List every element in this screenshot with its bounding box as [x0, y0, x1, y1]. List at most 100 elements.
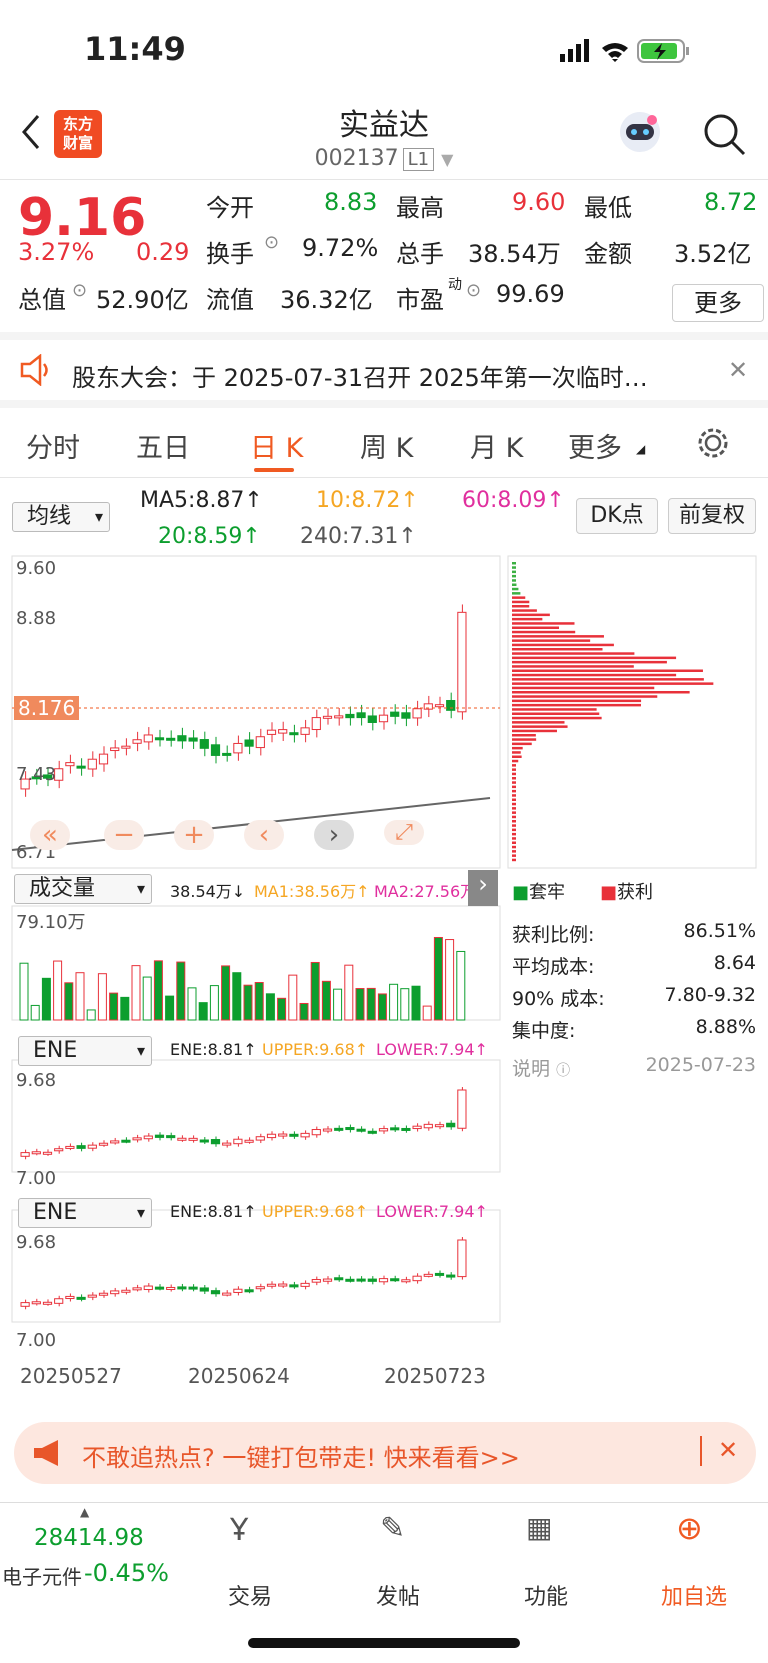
ene-select-2[interactable]: ENE — [18, 1198, 152, 1228]
chart-mark — [110, 1290, 120, 1295]
settings-gear-icon[interactable] — [696, 426, 730, 460]
chart-mark — [322, 1128, 333, 1132]
chart-mark — [154, 737, 165, 741]
chart-mark — [512, 635, 604, 638]
edit-icon[interactable]: ✎ — [380, 1511, 405, 1546]
ene-select-1[interactable]: ENE — [18, 1036, 152, 1066]
chart-controls: « − + ‹ › ⤢ — [30, 820, 424, 860]
stock-code-text: 002137 — [314, 146, 399, 171]
info-icon[interactable]: ⊙ — [466, 280, 481, 301]
tab-monthly-k[interactable]: 月 K — [470, 426, 523, 465]
chart-mark — [512, 682, 714, 685]
chart-mark — [512, 562, 516, 565]
grid-icon[interactable]: ▦ — [526, 1511, 552, 1544]
chart-mark — [300, 727, 310, 735]
status-time: 11:49 — [84, 30, 186, 68]
nav-add-watch[interactable]: 加自选 — [644, 1579, 744, 1611]
chip-hold-legend: ■套牢 — [512, 882, 566, 903]
tab-more[interactable]: 更多 — [568, 426, 622, 465]
adjust-button[interactable]: 前复权 — [668, 498, 756, 534]
chart-mark — [356, 1128, 366, 1132]
volume-select[interactable]: 成交量 — [14, 874, 152, 904]
ene-candles-2 — [20, 1237, 467, 1310]
assistant-robot-icon[interactable] — [616, 108, 664, 156]
chart-mark — [512, 678, 704, 681]
chart-mark — [512, 789, 516, 793]
tab-weekly-k[interactable]: 周 K — [360, 426, 413, 465]
chart-mark — [512, 729, 557, 733]
close-icon[interactable]: ✕ — [718, 1436, 738, 1464]
ene1-bottom: 7.00 — [16, 1168, 57, 1189]
prev-icon[interactable]: ‹ — [244, 820, 284, 850]
chart-mark — [512, 751, 521, 754]
tab-daily-k[interactable]: 日 K — [250, 426, 303, 465]
chart-area[interactable] — [0, 550, 768, 1410]
stat-label: 平均成本: — [512, 956, 595, 978]
chart-mark — [512, 660, 667, 664]
chart-mark — [154, 1286, 165, 1290]
tab-five-day[interactable]: 五日 — [136, 426, 190, 465]
close-icon[interactable]: ✕ — [728, 356, 748, 384]
more-button[interactable]: 更多 — [672, 284, 764, 322]
chart-mark — [456, 950, 466, 1021]
next-icon[interactable]: › — [314, 820, 354, 850]
chart-mark — [512, 712, 600, 715]
chart-mark — [512, 669, 703, 672]
add-circle-icon[interactable]: ⊕ — [676, 1509, 703, 1547]
chart-mark — [265, 993, 275, 1021]
tab-intraday[interactable]: 分时 — [26, 426, 80, 465]
chart-mark — [356, 712, 366, 719]
dk-point-button[interactable]: DK点 — [576, 498, 658, 534]
ene1-value: ENE:8.81↑ — [170, 1040, 257, 1059]
chart-mark — [311, 717, 321, 731]
chart-mark — [98, 753, 109, 765]
yen-exchange-icon[interactable]: Ұ — [230, 1513, 248, 1548]
collapse-icon[interactable]: › — [468, 870, 498, 906]
notice-bar[interactable]: 股东大会：于 2025-07-31召开 2025年第一次临时… ✕ — [0, 340, 768, 408]
info-icon[interactable]: ⊙ — [72, 280, 87, 301]
chart-mark — [512, 686, 655, 690]
stat-value: 8.88% — [695, 1016, 756, 1038]
info-icon[interactable]: ⊙ — [264, 232, 279, 253]
date-end: 20250723 — [384, 1364, 486, 1388]
volume-label: 总手 — [396, 240, 444, 268]
stat-row: 获利比例: 86.51% — [512, 920, 756, 947]
chart-mark — [411, 985, 421, 1021]
chart-mark — [142, 976, 152, 1021]
rewind-icon[interactable]: « — [30, 820, 70, 850]
search-icon[interactable] — [702, 112, 746, 156]
stat-label: 90% 成本: — [512, 988, 605, 1010]
price-4: 7.43 — [16, 764, 57, 785]
stock-header: 东方 财富 实益达 002137 L1 ▼ — [0, 100, 768, 180]
nav-trade[interactable]: 交易 — [200, 1579, 300, 1611]
index-value[interactable]: 28414.98 — [34, 1525, 144, 1551]
chart-mark — [433, 936, 443, 1021]
zoom-out-icon[interactable]: − — [104, 820, 144, 850]
chart-mark — [87, 1144, 97, 1149]
chart-mark — [254, 982, 264, 1021]
nav-function[interactable]: 功能 — [496, 1579, 596, 1611]
chart-mark — [345, 713, 355, 719]
home-indicator — [248, 1638, 520, 1648]
stat-value: 7.80-9.32 — [664, 984, 756, 1006]
zoom-in-icon[interactable]: + — [174, 820, 214, 850]
chart-mark — [512, 820, 516, 823]
chart-mark — [30, 1004, 40, 1021]
chart-mark — [401, 712, 411, 719]
indicator-select[interactable]: 均线 — [12, 502, 110, 532]
fullscreen-icon[interactable]: ⤢ — [384, 820, 424, 845]
stat-row: 平均成本: 8.64 — [512, 952, 756, 979]
chart-mark — [345, 1278, 355, 1282]
chart-mark — [97, 973, 107, 1021]
ma20-value: 20:8.59↑ — [158, 524, 261, 549]
promo-banner[interactable]: 不敢追热点? 一键打包带走! 快来看看>> ✕ — [14, 1422, 756, 1484]
chart-mark — [19, 962, 29, 1021]
nav-post[interactable]: 发帖 — [348, 1579, 448, 1611]
ene1-top: 9.68 — [16, 1070, 57, 1091]
chart-mark — [446, 1274, 456, 1278]
level-badge: L1 — [402, 148, 435, 171]
stat-value: 86.51% — [683, 920, 756, 942]
chart-mark — [512, 764, 516, 767]
chip-note[interactable]: 说明 ⓘ 2025-07-23 — [512, 1054, 756, 1081]
chart-mark — [143, 1135, 153, 1140]
